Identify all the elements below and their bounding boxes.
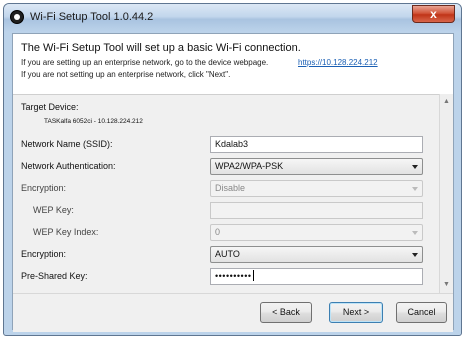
- wep-key-input: [210, 202, 423, 219]
- next-button[interactable]: Next >: [329, 302, 383, 323]
- dialog-client: The Wi-Fi Setup Tool will set up a basic…: [12, 33, 454, 332]
- window-title: Wi-Fi Setup Tool 1.0.44.2: [30, 11, 154, 23]
- target-device-label: Target Device:: [21, 102, 79, 112]
- scroll-up-icon[interactable]: ▲: [440, 96, 453, 108]
- ssid-input[interactable]: Kdalab3: [210, 136, 423, 153]
- wep-key-index-value: 0: [215, 227, 221, 237]
- chevron-down-icon: [412, 231, 418, 235]
- chevron-down-icon: [412, 187, 418, 191]
- wep-key-index-label: WEP Key Index:: [33, 227, 99, 237]
- encryption-select-value: Disable: [215, 183, 246, 193]
- scroll-down-icon[interactable]: ▼: [440, 279, 453, 291]
- form-scrollbar[interactable]: ▲ ▼: [439, 94, 453, 293]
- wifi-tool-icon: [10, 10, 24, 24]
- title-bar[interactable]: Wi-Fi Setup Tool 1.0.44.2 x: [4, 4, 461, 32]
- psk-input[interactable]: ••••••••••: [210, 268, 423, 285]
- encryption-select-value: AUTO: [215, 249, 240, 259]
- text-cursor: [252, 270, 254, 281]
- button-bar: < Back Next > Cancel: [13, 293, 453, 332]
- auth-label: Network Authentication:: [21, 161, 116, 171]
- encryption-psk-label: Encryption:: [21, 249, 67, 259]
- setup-window: Wi-Fi Setup Tool 1.0.44.2 x The Wi-Fi Se…: [3, 3, 462, 336]
- device-webpage-link[interactable]: https://10.128.224.212: [298, 58, 378, 67]
- wep-key-label: WEP Key:: [33, 205, 74, 215]
- back-button[interactable]: < Back: [260, 302, 312, 323]
- encryption-select-disabled: Disable: [210, 180, 423, 197]
- close-icon: x: [430, 7, 437, 21]
- settings-form: Target Device: TASKalfa 6052ci - 10.128.…: [13, 94, 441, 293]
- chevron-down-icon: [412, 165, 418, 169]
- header-panel: The Wi-Fi Setup Tool will set up a basic…: [13, 34, 453, 95]
- target-device-value: TASKalfa 6052ci - 10.128.224.212: [44, 118, 143, 125]
- encryption-select[interactable]: AUTO: [210, 246, 423, 263]
- header-enterprise-text: If you are setting up an enterprise netw…: [21, 58, 269, 67]
- cancel-button[interactable]: Cancel: [396, 302, 447, 323]
- ssid-label: Network Name (SSID):: [21, 139, 113, 149]
- encryption-label: Encryption:: [21, 183, 67, 193]
- auth-select[interactable]: WPA2/WPA-PSK: [210, 158, 423, 175]
- header-heading: The Wi-Fi Setup Tool will set up a basic…: [21, 42, 301, 54]
- psk-label: Pre-Shared Key:: [21, 271, 88, 281]
- auth-select-value: WPA2/WPA-PSK: [215, 161, 284, 171]
- close-button[interactable]: x: [412, 5, 455, 23]
- header-next-text: If you are not setting up an enterprise …: [21, 70, 231, 79]
- wep-key-index-select: 0: [210, 224, 423, 241]
- chevron-down-icon: [412, 253, 418, 257]
- psk-masked-value: ••••••••••: [215, 271, 252, 281]
